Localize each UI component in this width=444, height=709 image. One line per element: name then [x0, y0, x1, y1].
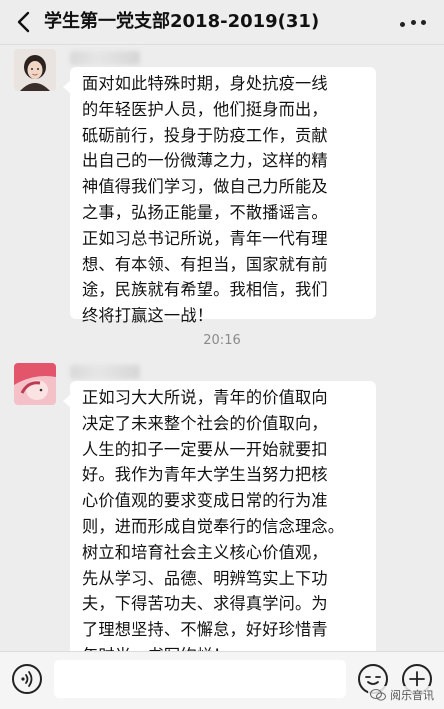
chat-screen: 学生第一党支部2018-2019(31) 面对如此特殊时期，身处抗疫一线 的年轻…	[0, 0, 444, 709]
timestamp: 20:16	[203, 333, 241, 348]
message-line: 神值得我们学习，做自己力所能及	[82, 177, 328, 197]
message-line: 的年轻医护人员，他们挺身而出，	[82, 99, 328, 119]
message-line: 了理想坚持、不懈怠，好好珍惜青	[82, 620, 328, 640]
sender-name-blurred	[70, 51, 140, 65]
avatar[interactable]	[14, 363, 56, 405]
message-line: 途，民族就有希望。我相信，我们	[82, 280, 328, 300]
message-line: 出自己的一份微薄之力，这样的精	[82, 151, 328, 171]
avatar[interactable]	[14, 49, 56, 91]
message-line: 正如习大大所说，青年的价值取向	[82, 388, 328, 407]
more-dots-icon	[400, 21, 405, 27]
message-bubble[interactable]: 面对如此特殊时期，身处抗疫一线 的年轻医护人员，他们挺身而出， 砥砺前行，投身于…	[63, 67, 376, 325]
message-line: 夫，下得苦功夫、求得真学问。为	[82, 594, 328, 614]
message-line: 好。我作为青年大学生当努力把核	[82, 465, 328, 485]
message-line: 心价值观的要求变成日常的行为准	[82, 491, 328, 511]
message-line: 想、有本领、有担当，国家就有前	[82, 254, 328, 274]
chat-title: 学生第一党支部2018-2019(31)	[44, 11, 320, 32]
message-line: 先从学习、品德、明辨笃实上下功	[82, 568, 328, 588]
message-input[interactable]	[54, 660, 346, 698]
message-bubble[interactable]: 正如习大大所说，青年的价值取向 决定了未来整个社会的价值取向， 人生的扣子一定要…	[63, 381, 376, 651]
chat-header: 学生第一党支部2018-2019(31)	[0, 0, 444, 45]
message-line: 正如习总书记所说，青年一代有理	[82, 228, 328, 248]
message-line: 砥砺前行，投身于防疫工作，贡献	[82, 125, 328, 145]
voice-button[interactable]	[12, 664, 42, 694]
message-line: 则，进而形成自觉奉行的信念理念。	[82, 516, 345, 536]
watermark-text: 阅乐音讯	[390, 689, 434, 702]
avatar-photo	[14, 49, 56, 91]
more-button[interactable]	[400, 8, 426, 36]
message-line: 之事，弘扬正能量，不散播谣言。	[82, 202, 328, 222]
message-line: 人生的扣子一定要从一开始就要扣	[82, 439, 328, 459]
sender-name-blurred	[70, 365, 140, 379]
message-line: 终将打赢这一战！	[82, 306, 214, 326]
wechat-logo-icon	[370, 689, 386, 701]
watermark: 阅乐音讯	[368, 686, 436, 704]
message-line: 面对如此特殊时期，身处抗疫一线	[82, 74, 328, 93]
message-line: 决定了未来整个社会的价值取向，	[82, 413, 328, 433]
chevron-left-icon	[17, 11, 30, 33]
back-button[interactable]	[8, 6, 40, 38]
message-line: 树立和培育社会主义核心价值观，	[82, 542, 328, 562]
voice-icon	[21, 671, 33, 687]
message-list: 面对如此特殊时期，身处抗疫一线 的年轻医护人员，他们挺身而出， 砥砺前行，投身于…	[0, 45, 444, 651]
avatar-illustration	[14, 363, 56, 405]
message-line: 年时光，书写绚烂！	[82, 643, 364, 651]
